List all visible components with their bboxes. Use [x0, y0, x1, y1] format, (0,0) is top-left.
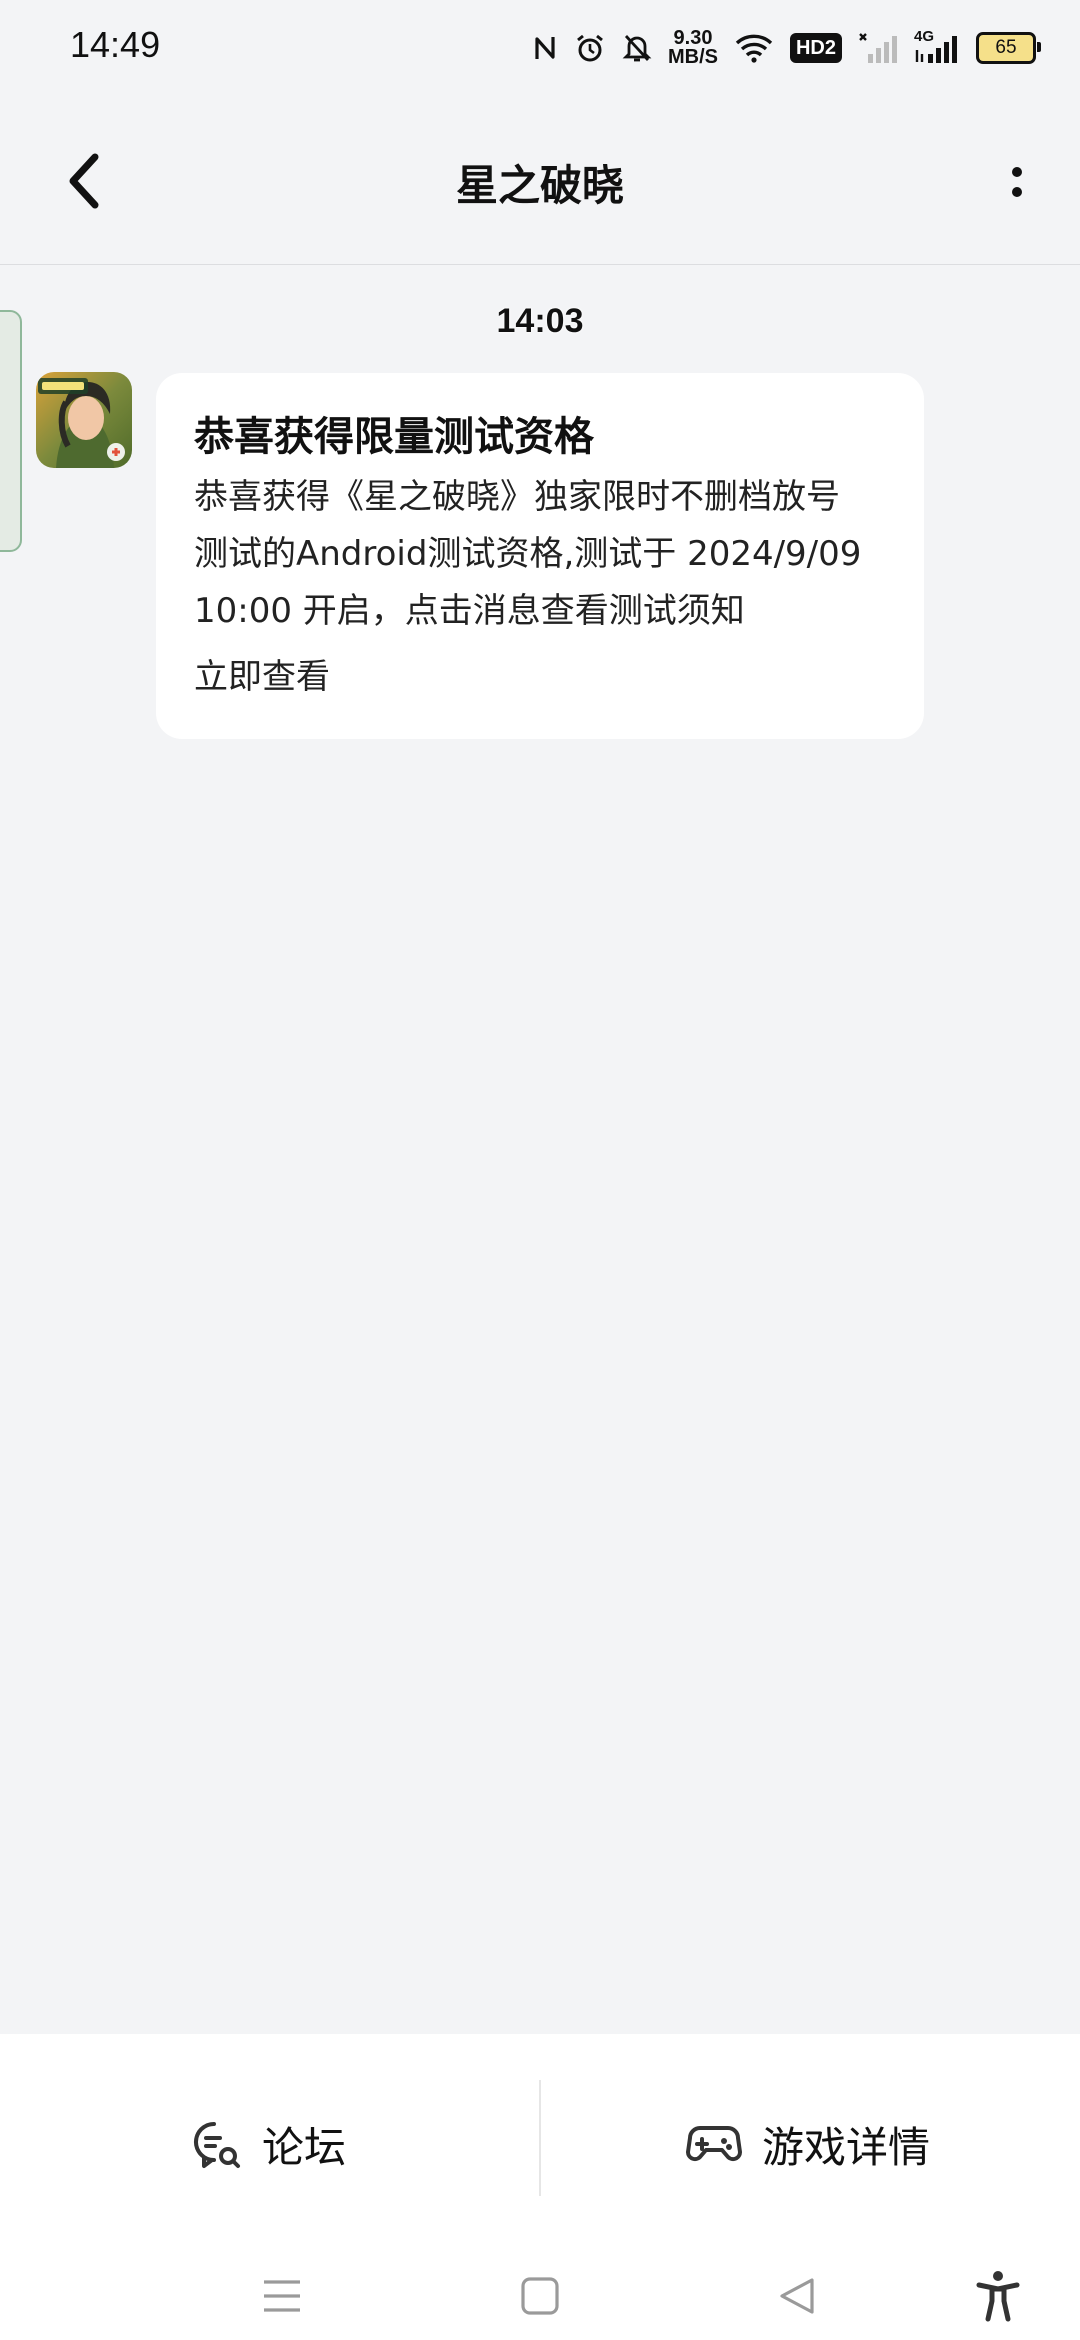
bottom-action-bar: 论坛 游戏详情 — [0, 2034, 1080, 2244]
menu-icon — [264, 2280, 300, 2312]
message-body-line: 恭喜获得《星之破晓》独家限时不删档放号 — [194, 477, 840, 517]
message-body-line: 测试的Android测试资格,测试于 2024/9/09 — [194, 534, 862, 574]
nfc-icon — [532, 33, 558, 63]
mute-icon — [622, 32, 652, 64]
net-speed-unit: MB/S — [667, 46, 718, 68]
app-header: 星之破晓 — [0, 96, 1080, 265]
wifi-icon — [734, 33, 774, 63]
bottom-divider — [539, 2080, 541, 2196]
message-timestamp: 14:03 — [496, 302, 584, 340]
gamepad-icon — [686, 2126, 742, 2162]
game-detail-button[interactable]: 游戏详情 — [686, 2094, 930, 2194]
back-triangle-icon — [780, 2278, 814, 2314]
message-title: 恭喜获得限量测试资格 — [194, 414, 594, 460]
home-icon — [521, 2277, 559, 2315]
net-speed: 9.30 MB/S — [667, 28, 718, 68]
forum-button[interactable]: 论坛 — [190, 2094, 346, 2194]
status-icons: 9.30 MB/S HD2 4G 65 — [532, 22, 1041, 74]
forum-label: 论坛 — [262, 2122, 347, 2172]
game-avatar[interactable] — [36, 372, 132, 468]
system-nav-bar — [0, 2244, 1080, 2340]
more-vertical-icon — [1012, 167, 1022, 197]
accessibility-button[interactable] — [970, 2268, 1026, 2324]
more-button[interactable] — [992, 152, 1042, 212]
status-time: 14:49 — [70, 24, 161, 65]
home-button[interactable] — [512, 2268, 568, 2324]
signal-4g-icon: 4G — [914, 28, 960, 64]
edge-panel-handle[interactable] — [0, 310, 22, 552]
page-title: 星之破晓 — [455, 161, 624, 210]
hd-icon: HD2 — [789, 33, 842, 63]
signal-weak-icon — [858, 32, 898, 64]
accessibility-icon — [976, 2271, 1020, 2322]
system-back-button[interactable] — [770, 2268, 826, 2324]
battery-icon: 65 — [976, 32, 1041, 64]
chat-search-icon — [193, 2121, 240, 2168]
alarm-icon — [574, 32, 606, 64]
message-body: 恭喜获得《星之破晓》独家限时不删档放号 测试的Android测试资格,测试于 2… — [194, 469, 888, 640]
view-now-link[interactable]: 立即查看 — [194, 652, 888, 702]
message-card[interactable]: 恭喜获得限量测试资格 恭喜获得《星之破晓》独家限时不删档放号 测试的Androi… — [156, 373, 924, 739]
recent-apps-button[interactable] — [254, 2268, 310, 2324]
battery-level: 65 — [995, 37, 1017, 58]
message-body-line: 10:00 开启，点击消息查看测试须知 — [194, 591, 745, 631]
status-bar: 14:49 9.30 MB/S HD2 4G 65 — [0, 0, 1080, 96]
game-detail-label: 游戏详情 — [762, 2122, 931, 2172]
network-label: 4G — [914, 28, 935, 45]
